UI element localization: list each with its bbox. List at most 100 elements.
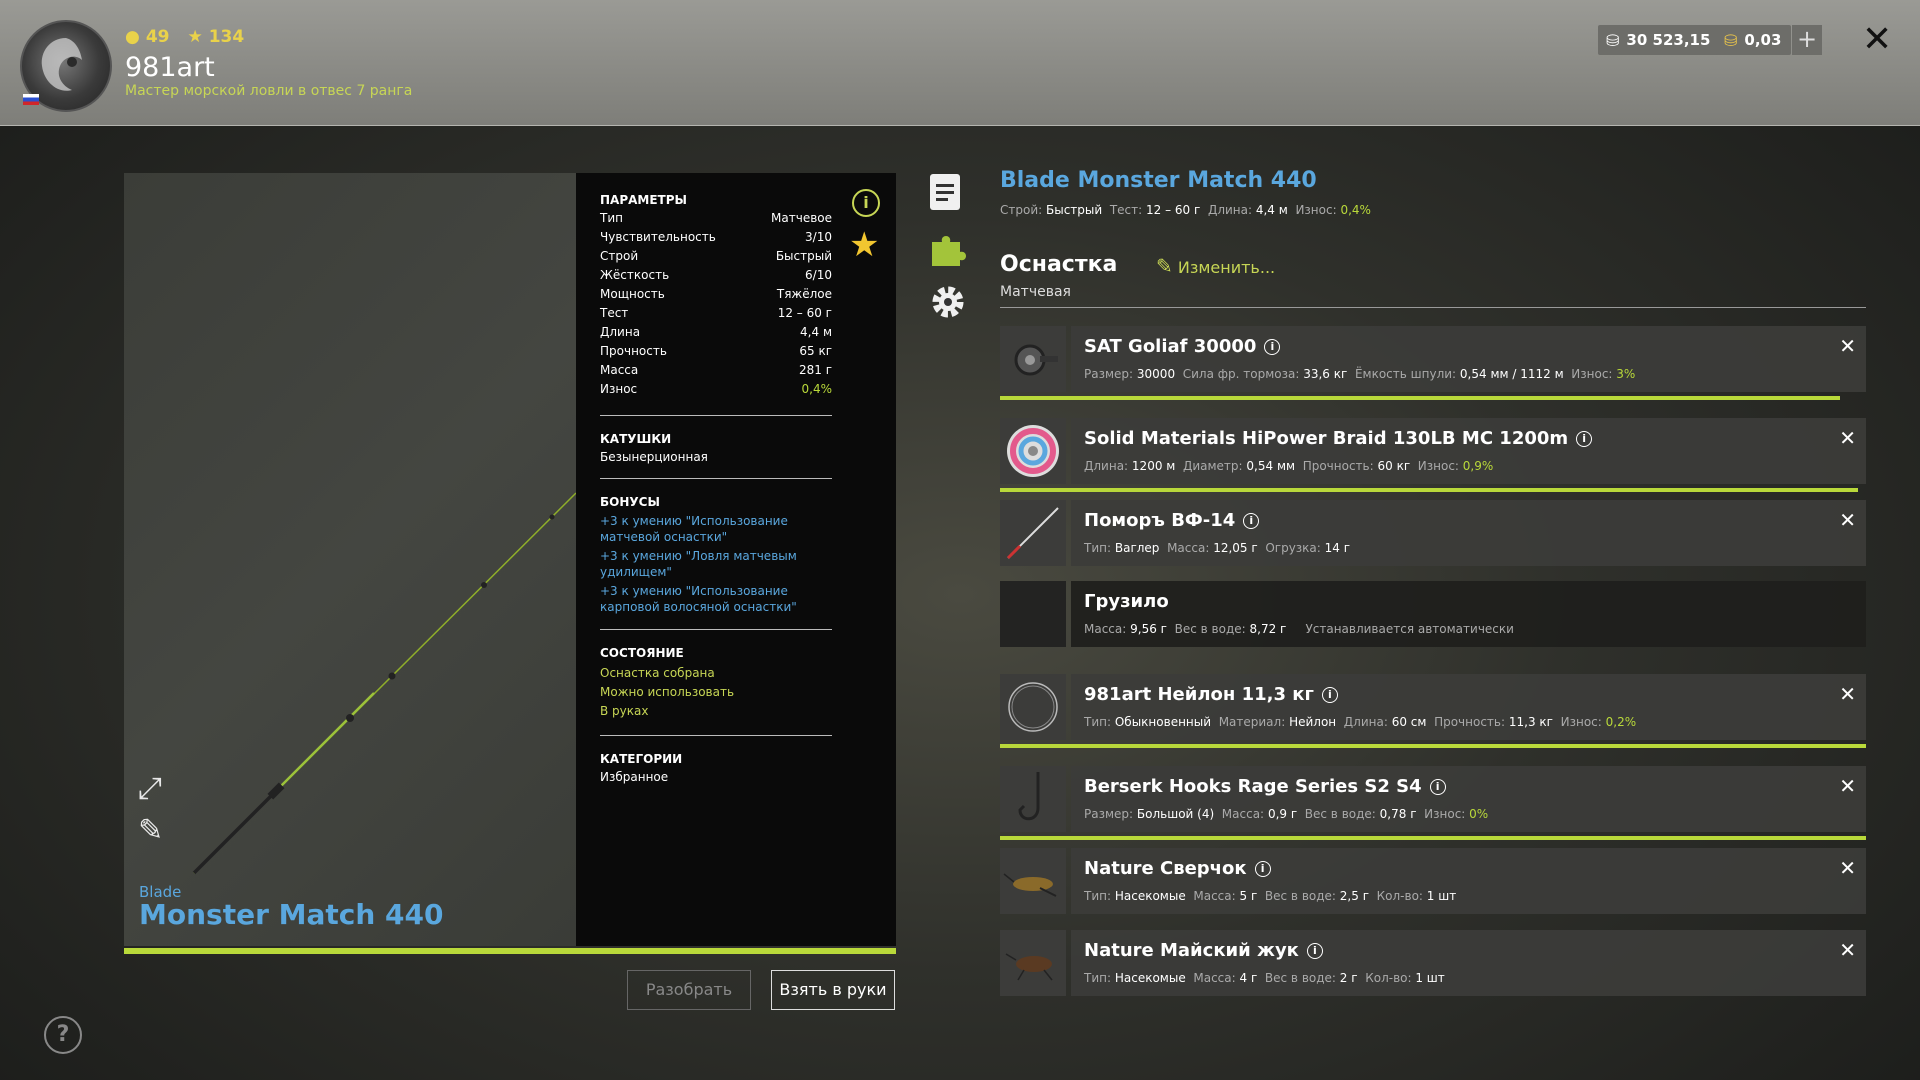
detail-value: Нейлон (1289, 715, 1337, 729)
reels-value: Безынерционная (600, 450, 708, 464)
detail-value: 0,9 г (1267, 807, 1298, 821)
detail-value: 9,56 г (1130, 622, 1167, 636)
info-icon[interactable]: i (1321, 687, 1338, 703)
param-row: Тип Матчевое (600, 211, 832, 230)
detail-label: Тип: (1084, 971, 1112, 985)
silver-balance: ⛁ 30 523,15 (1598, 25, 1721, 55)
summary-label: Износ: (1295, 203, 1337, 217)
divider (600, 735, 832, 736)
take-in-hands-button[interactable]: Взять в руки (771, 970, 895, 1010)
detail-label: Вес в воде: (1264, 971, 1336, 985)
rig-item-sinker[interactable]: Грузило Масса: 9,56 г Вес в воде: 8,72 г… (1000, 581, 1866, 647)
rig-item-bait-cricket[interactable]: Nature Сверчок i Тип: Насекомые Масса: 5 … (1000, 848, 1866, 914)
info-icon[interactable]: i (1429, 779, 1446, 795)
detail-value: 5 г (1239, 889, 1258, 903)
rod-preview[interactable]: ⤢ ✎ (124, 173, 576, 946)
remove-item-button[interactable]: ✕ (1839, 938, 1856, 962)
item-name: Поморъ ВФ-14 i (1084, 510, 1260, 531)
info-icon[interactable]: i (1254, 861, 1271, 877)
help-button[interactable]: ? (44, 1016, 82, 1054)
sinker-thumbnail (1000, 581, 1066, 647)
detail-label: Масса: (1084, 622, 1127, 636)
item-name: Nature Сверчок i (1084, 858, 1271, 879)
detail-value: Обыкновенный (1114, 715, 1212, 729)
gear-icon[interactable] (928, 282, 968, 326)
change-rig-button[interactable]: ✎ Изменить... (1156, 254, 1275, 278)
divider (600, 629, 832, 630)
param-value: Тяжёлое (776, 287, 832, 301)
item-title: 981art Нейлон 11,3 кг (1084, 684, 1314, 705)
param-row: Масса 281 г (600, 363, 832, 382)
detail-value: 60 кг (1377, 459, 1411, 473)
reel-thumbnail (1000, 326, 1066, 392)
item-name: SAT Goliaf 30000 i (1084, 336, 1281, 357)
rig-item-reel[interactable]: SAT Goliaf 30000 i Размер: 30000 Сила фр.… (1000, 326, 1866, 392)
detail-label: Тип: (1084, 889, 1112, 903)
detail-value: 30000 (1136, 367, 1176, 381)
item-durability-bar (1000, 396, 1840, 400)
remove-item-button[interactable]: ✕ (1839, 774, 1856, 798)
star-icon: ★ (187, 27, 203, 47)
param-label: Чувствительность (600, 230, 716, 244)
reels-title: КАТУШКИ (600, 432, 672, 446)
info-icon[interactable]: i (1264, 339, 1281, 355)
detail-value: 8,72 г (1249, 622, 1287, 636)
info-icon[interactable]: i (1306, 943, 1323, 959)
param-value: Быстрый (775, 249, 832, 263)
detail-value: 0,78 г (1379, 807, 1417, 821)
categories-title: КАТЕГОРИИ (600, 752, 683, 766)
detail-label: Размер: (1084, 367, 1134, 381)
remove-item-button[interactable]: ✕ (1839, 856, 1856, 880)
detail-label: Диаметр: (1182, 459, 1243, 473)
rig-item-line[interactable]: Solid Materials HiPower Braid 130LB MC 1… (1000, 418, 1866, 484)
remove-item-button[interactable]: ✕ (1839, 426, 1856, 450)
rig-item-hook[interactable]: Berserk Hooks Rage Series S2 S4 i Размер:… (1000, 766, 1866, 832)
detail-label: Масса: (1193, 889, 1236, 903)
item-title: Nature Сверчок (1084, 858, 1247, 879)
param-label: Тест (600, 306, 629, 320)
rig-item-float[interactable]: Поморъ ВФ-14 i Тип: Ваглер Масса: 12,05 г… (1000, 500, 1866, 566)
disassemble-button[interactable]: Разобрать (627, 970, 751, 1010)
document-icon[interactable] (928, 172, 962, 216)
username: 981art (125, 52, 215, 83)
info-icon[interactable]: i (1576, 431, 1593, 447)
detail-value: 0% (1469, 807, 1489, 821)
puzzle-piece-icon[interactable] (928, 228, 968, 272)
summary-value: Быстрый (1046, 203, 1103, 217)
info-icon[interactable]: i (852, 189, 880, 217)
rod-title: Blade Monster Match 440 (1000, 168, 1317, 193)
add-currency-button[interactable]: + (1792, 25, 1822, 55)
rig-type: Матчевая (1000, 284, 1071, 300)
detail-label: Износ: (1417, 459, 1459, 473)
leader-thumbnail (1000, 674, 1066, 740)
detail-label: Огрузка: (1265, 541, 1321, 555)
info-icon[interactable]: i (1243, 513, 1260, 529)
edit-icon: ✎ (1156, 254, 1173, 278)
favorite-star-icon[interactable]: ★ (849, 225, 879, 265)
detail-label: Масса: (1167, 541, 1210, 555)
detail-value: 33,6 кг (1303, 367, 1348, 381)
detail-value: 14 г (1324, 541, 1351, 555)
detail-label: Тип: (1084, 541, 1112, 555)
close-button[interactable]: ✕ (1862, 22, 1892, 58)
detail-value: 60 см (1391, 715, 1427, 729)
hook-thumbnail (1000, 766, 1066, 832)
remove-item-button[interactable]: ✕ (1839, 334, 1856, 358)
profile-header: ● 49 ★ 134 981art Мастер морской ловли в о… (0, 0, 1920, 126)
gold-balance: ⛁ 0,03 (1716, 25, 1792, 55)
rig-item-leader[interactable]: 981art Нейлон 11,3 кг i Тип: Обыкновенный… (1000, 674, 1866, 740)
detail-label: Кол-во: (1376, 889, 1423, 903)
summary-value: 12 – 60 г (1146, 203, 1201, 217)
remove-item-button[interactable]: ✕ (1839, 682, 1856, 706)
detail-value: 2 г (1339, 971, 1358, 985)
divider (1000, 307, 1866, 308)
expand-icon[interactable]: ⤢ (138, 771, 162, 806)
rig-item-bait-beetle[interactable]: Nature Майский жук i Тип: Насекомые Масса… (1000, 930, 1866, 996)
detail-label: Размер: (1084, 807, 1134, 821)
parameters-panel: ПАРАМЕТРЫ Тип Матчевое Чувствительность 3/… (576, 173, 896, 946)
item-title: Solid Materials HiPower Braid 130LB MC 1… (1084, 428, 1569, 449)
remove-item-button[interactable]: ✕ (1839, 508, 1856, 532)
detail-value: Насекомые (1114, 889, 1186, 903)
param-label: Износ (600, 382, 638, 396)
edit-pencil-icon[interactable]: ✎ (138, 813, 163, 848)
